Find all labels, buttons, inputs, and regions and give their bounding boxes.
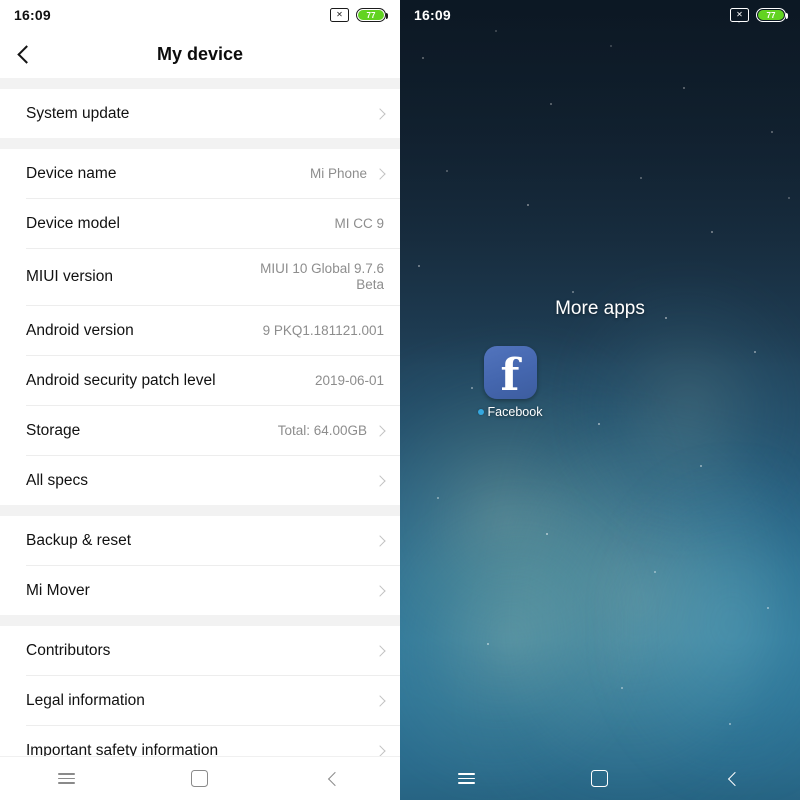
settings-row-label: All specs — [26, 471, 89, 489]
battery-icon: 77 — [756, 8, 789, 22]
system-nav-bar — [0, 756, 400, 800]
chevron-right-icon — [374, 534, 386, 547]
status-bar-clock: 16:09 — [414, 7, 451, 23]
settings-row-label: Android security patch level — [26, 371, 216, 389]
settings-row-label: MIUI version — [26, 268, 113, 285]
chevron-right-icon — [374, 474, 386, 487]
chevron-left-icon — [16, 44, 36, 64]
chevron-right-icon — [374, 744, 386, 756]
app-icon-facebook[interactable]: f Facebook — [470, 346, 550, 419]
settings-row[interactable]: System update — [0, 89, 400, 138]
chevron-right-icon — [374, 424, 386, 437]
settings-row[interactable]: Mi Mover — [0, 566, 400, 615]
nav-home-button[interactable] — [565, 757, 635, 800]
list-group-separator — [0, 615, 400, 626]
app-bar: My device — [0, 30, 400, 78]
home-content: More apps f Facebook — [400, 30, 800, 757]
chevron-right-icon — [374, 644, 386, 657]
nav-back-button[interactable] — [298, 757, 368, 800]
folder-title: More apps — [555, 298, 645, 319]
chevron-right-icon — [374, 584, 386, 597]
settings-row[interactable]: Storage Total: 64.00GB — [0, 406, 400, 455]
settings-row-value: Total: 64.00GB — [277, 422, 367, 438]
battery-icon: 77 — [356, 8, 389, 22]
nav-recents-button[interactable] — [432, 757, 502, 800]
nav-back-button[interactable] — [698, 757, 768, 800]
settings-row[interactable]: MIUI version MIUI 10 Global 9.7.6 Beta — [0, 249, 400, 305]
settings-row-label: Device name — [26, 164, 117, 182]
settings-row[interactable]: Android version 9 PKQ1.181121.001 — [0, 306, 400, 355]
list-group: Backup & reset Mi Mover — [0, 516, 400, 615]
app-label-row: Facebook — [477, 405, 543, 419]
list-group-separator — [0, 505, 400, 516]
settings-screen: 16:09 ✕ 77 My device System update Device… — [0, 0, 400, 800]
settings-list[interactable]: System update Device name Mi Phone Device m… — [0, 78, 400, 756]
back-button[interactable] — [0, 30, 48, 78]
no-sim-icon: ✕ — [730, 8, 749, 22]
status-bar-clock: 16:09 — [14, 7, 51, 23]
settings-row[interactable]: Contributors — [0, 626, 400, 675]
nav-home-button[interactable] — [165, 757, 235, 800]
settings-row[interactable]: Legal information — [0, 676, 400, 725]
settings-row[interactable]: Device model MI CC 9 — [0, 199, 400, 248]
facebook-icon-glyph: f — [500, 350, 520, 399]
system-nav-bar — [400, 757, 800, 800]
settings-row-value: 9 PKQ1.181121.001 — [262, 322, 384, 338]
home-square-icon — [191, 770, 209, 787]
chevron-right-icon — [374, 694, 386, 707]
list-group-separator — [0, 78, 400, 89]
chevron-right-icon — [374, 107, 386, 120]
chevron-left-icon — [727, 771, 742, 786]
settings-row-value: MIUI 10 Global 9.7.6 Beta — [260, 261, 384, 292]
list-group-separator — [0, 138, 400, 149]
settings-row[interactable]: All specs — [0, 456, 400, 505]
home-square-icon — [591, 770, 609, 787]
settings-row-label: Backup & reset — [26, 531, 132, 549]
status-bar: 16:09 ✕ 77 — [0, 0, 400, 30]
home-screen: 16:09 ✕ 77 More apps f Facebook — [400, 0, 800, 800]
settings-row-label: Device model — [26, 214, 120, 232]
status-bar-icons: ✕ 77 — [730, 8, 789, 22]
settings-row-label: System update — [26, 104, 130, 122]
facebook-icon: f — [483, 346, 537, 399]
battery-level-label: 77 — [758, 10, 784, 20]
settings-row-label: Storage — [26, 421, 81, 439]
chevron-right-icon — [374, 167, 386, 180]
settings-row-value: Mi Phone — [309, 165, 367, 181]
nav-recents-button[interactable] — [32, 757, 102, 800]
app-label: Facebook — [487, 405, 543, 419]
settings-row[interactable]: Device name Mi Phone — [0, 149, 400, 198]
settings-row-label: Contributors — [26, 641, 111, 659]
status-bar: 16:09 ✕ 77 — [400, 0, 800, 30]
dual-screenshot: 16:09 ✕ 77 My device System update Device… — [0, 0, 800, 800]
settings-row-label: Legal information — [26, 691, 145, 709]
notification-dot-icon — [477, 409, 484, 415]
settings-row-label: Important safety information — [26, 741, 219, 757]
settings-row-value: 2019-06-01 — [314, 372, 384, 388]
chevron-left-icon — [327, 771, 342, 786]
list-group: Contributors Legal information Important s… — [0, 626, 400, 756]
menu-icon — [58, 773, 76, 784]
no-sim-icon: ✕ — [330, 8, 349, 22]
settings-row[interactable]: Android security patch level 2019-06-01 — [0, 356, 400, 405]
settings-row-label: Mi Mover — [26, 581, 90, 599]
settings-row[interactable]: Backup & reset — [0, 516, 400, 565]
status-bar-icons: ✕ 77 — [330, 8, 389, 22]
menu-icon — [458, 773, 476, 784]
settings-row-label: Android version — [26, 321, 134, 339]
list-group: System update — [0, 89, 400, 138]
settings-row-value: MI CC 9 — [334, 215, 384, 231]
list-group: Device name Mi Phone Device model MI CC 9 MI… — [0, 149, 400, 505]
page-title: My device — [156, 43, 244, 64]
settings-row[interactable]: Important safety information — [0, 726, 400, 756]
battery-level-label: 77 — [358, 10, 384, 20]
